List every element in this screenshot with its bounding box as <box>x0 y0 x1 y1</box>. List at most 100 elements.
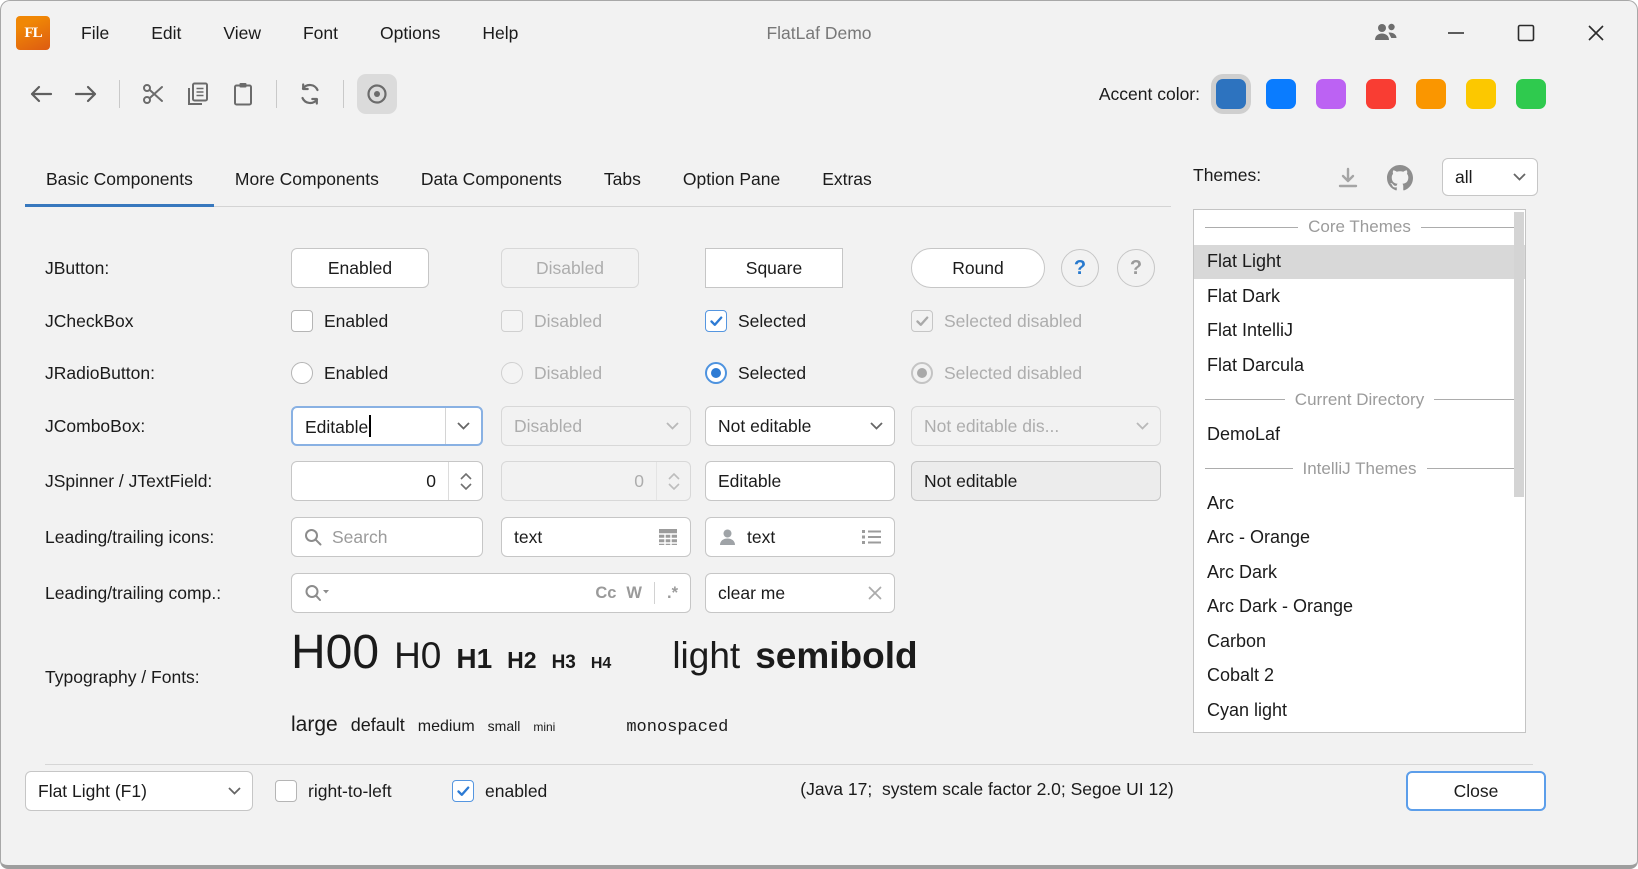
accent-swatch-orange[interactable] <box>1416 79 1446 109</box>
menu-help[interactable]: Help <box>461 14 539 53</box>
theme-item-flat-light[interactable]: Flat Light <box>1194 245 1525 280</box>
menubar: File Edit View Font Options Help <box>60 14 539 53</box>
menu-view[interactable]: View <box>202 14 282 53</box>
clearable-field[interactable]: clear me <box>705 573 895 613</box>
radio-enabled[interactable] <box>291 362 313 384</box>
forward-button[interactable] <box>66 74 106 114</box>
theme-item-cobalt-2[interactable]: Cobalt 2 <box>1194 659 1525 694</box>
checkbox-selected[interactable] <box>705 310 727 332</box>
text-field-user-list[interactable]: text <box>705 517 895 557</box>
theme-item-arc[interactable]: Arc <box>1194 486 1525 521</box>
tab-basic-components[interactable]: Basic Components <box>25 153 214 206</box>
theme-item-flat-dark[interactable]: Flat Dark <box>1194 279 1525 314</box>
enabled-checkbox[interactable] <box>452 780 474 802</box>
rtl-checkbox-label[interactable]: right-to-left <box>308 781 392 802</box>
radio-selected[interactable] <box>705 362 727 384</box>
accent-swatch-yellow[interactable] <box>1466 79 1496 109</box>
theme-item-flat-darcula[interactable]: Flat Darcula <box>1194 348 1525 383</box>
search-field[interactable]: Search <box>291 517 483 557</box>
cut-button[interactable] <box>133 74 173 114</box>
help-button-gray[interactable]: ? <box>1117 249 1155 287</box>
radio-selected-label[interactable]: Selected <box>738 363 806 384</box>
search-dropdown-icon[interactable] <box>304 584 330 602</box>
theme-item-dark-flat[interactable]: Dark Flat <box>1194 728 1525 734</box>
checkbox-enabled[interactable] <box>291 310 313 332</box>
paste-button[interactable] <box>223 74 263 114</box>
show-toggle-button[interactable] <box>357 74 397 114</box>
match-case-button[interactable]: Cc <box>595 584 616 603</box>
back-button[interactable] <box>21 74 61 114</box>
text-field-user-list-value[interactable]: text <box>747 527 852 548</box>
jbutton-enabled-button[interactable]: Enabled <box>291 248 429 288</box>
accent-swatches <box>1216 79 1546 109</box>
users-button[interactable] <box>1351 1 1421 65</box>
menu-file[interactable]: File <box>60 14 130 53</box>
radio-enabled-label[interactable]: Enabled <box>324 363 388 384</box>
theme-item-demolaf[interactable]: DemoLaf <box>1194 417 1525 452</box>
clear-icon[interactable] <box>868 586 882 600</box>
jbutton-round-button[interactable]: Round <box>911 248 1045 288</box>
combobox-not-editable[interactable]: Not editable <box>705 406 895 446</box>
clearable-field-value[interactable]: clear me <box>718 583 858 604</box>
typography-label: Typography / Fonts: <box>45 667 200 688</box>
theme-item-arc-dark[interactable]: Arc Dark <box>1194 555 1525 590</box>
menu-options[interactable]: Options <box>359 14 461 53</box>
menu-edit[interactable]: Edit <box>130 14 202 53</box>
tab-more-components[interactable]: More Components <box>214 153 400 206</box>
spinner-enabled[interactable]: 0 <box>291 461 483 501</box>
themes-scrollbar[interactable] <box>1514 212 1524 497</box>
accent-swatch-red[interactable] <box>1366 79 1396 109</box>
combobox-editable-value[interactable]: Editable <box>305 417 368 437</box>
leading-trailing-icons-row: Leading/trailing icons: Search text text <box>45 517 911 557</box>
jbutton-square-button[interactable]: Square <box>705 248 843 288</box>
leading-trailing-icons-label: Leading/trailing icons: <box>45 527 291 548</box>
github-button[interactable] <box>1383 161 1417 195</box>
checkbox-selected-label[interactable]: Selected <box>738 311 806 332</box>
menu-font[interactable]: Font <box>282 14 359 53</box>
text-field-table[interactable]: text <box>501 517 691 557</box>
theme-item-arc-dark-orange[interactable]: Arc Dark - Orange <box>1194 590 1525 625</box>
copy-button[interactable] <box>178 74 218 114</box>
chevron-down-icon[interactable] <box>445 408 481 444</box>
combobox-editable[interactable]: Editable <box>291 406 483 446</box>
maximize-button[interactable] <box>1491 1 1561 65</box>
search-with-options-field[interactable]: Cc W .* <box>291 573 691 613</box>
close-button[interactable]: Close <box>1406 771 1546 811</box>
tab-data-components[interactable]: Data Components <box>400 153 583 206</box>
spinner-value[interactable]: 0 <box>292 471 448 492</box>
combobox-not-editable-disabled-value: Not editable dis... <box>912 416 1124 437</box>
close-window-button[interactable] <box>1561 1 1631 65</box>
laf-combo[interactable]: Flat Light (F1) <box>25 771 253 811</box>
theme-item-cyan-light[interactable]: Cyan light <box>1194 693 1525 728</box>
tab-extras[interactable]: Extras <box>801 153 893 206</box>
close-icon <box>1587 24 1605 42</box>
theme-item-carbon[interactable]: Carbon <box>1194 624 1525 659</box>
textfield-editable[interactable]: Editable <box>705 461 895 501</box>
whole-word-button[interactable]: W <box>626 584 642 603</box>
chevron-down-icon[interactable] <box>858 407 894 445</box>
accent-swatch-blue-selected[interactable] <box>1216 79 1246 109</box>
tab-option-pane[interactable]: Option Pane <box>662 153 801 206</box>
help-button-blue[interactable]: ? <box>1061 249 1099 287</box>
regex-button[interactable]: .* <box>667 584 678 603</box>
text-field-table-value[interactable]: text <box>514 527 648 548</box>
rtl-checkbox[interactable] <box>275 780 297 802</box>
jbutton-row: JButton: Enabled Disabled Square Round ?… <box>45 248 1161 288</box>
tab-tabs[interactable]: Tabs <box>583 153 662 206</box>
minimize-button[interactable] <box>1421 1 1491 65</box>
radio-selected-disabled-label: Selected disabled <box>944 363 1082 384</box>
themes-filter-combo[interactable]: all <box>1442 158 1538 196</box>
theme-item-flat-intellij[interactable]: Flat IntelliJ <box>1194 314 1525 349</box>
refresh-icon <box>298 82 322 106</box>
textfield-editable-value[interactable]: Editable <box>718 471 781 492</box>
spinner-buttons[interactable] <box>448 462 482 500</box>
accent-swatch-green[interactable] <box>1516 79 1546 109</box>
enabled-checkbox-label[interactable]: enabled <box>485 781 547 802</box>
theme-item-arc-orange[interactable]: Arc - Orange <box>1194 521 1525 556</box>
refresh-button[interactable] <box>290 74 330 114</box>
accent-swatch-bright-blue[interactable] <box>1266 79 1296 109</box>
accent-swatch-purple[interactable] <box>1316 79 1346 109</box>
checkbox-enabled-label[interactable]: Enabled <box>324 311 388 332</box>
download-themes-button[interactable] <box>1331 161 1365 195</box>
search-placeholder[interactable]: Search <box>332 527 387 548</box>
